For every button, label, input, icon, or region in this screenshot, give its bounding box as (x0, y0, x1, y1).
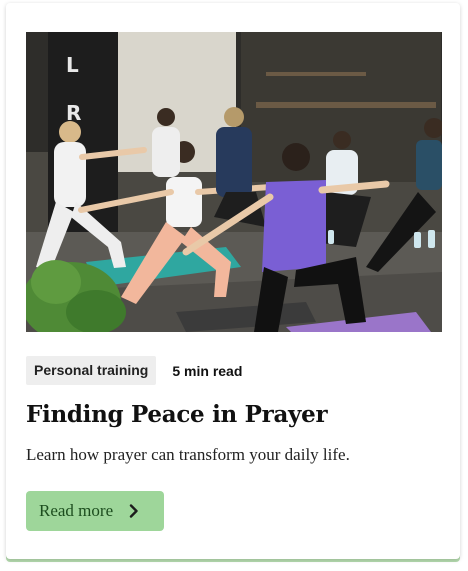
read-more-label: Read more (39, 501, 114, 520)
svg-text:L: L (66, 53, 79, 77)
article-meta: Personal training 5 min read (26, 356, 242, 385)
article-card: L R Y (6, 3, 460, 559)
category-tag[interactable]: Personal training (26, 356, 157, 385)
read-more-button[interactable]: Read more (26, 491, 164, 531)
article-image: L R Y (26, 32, 442, 332)
article-title: Finding Peace in Prayer (26, 401, 328, 428)
chevron-right-icon (127, 504, 141, 518)
article-description: Learn how prayer can transform your dail… (26, 445, 350, 464)
read-time: 5 min read (172, 362, 243, 379)
